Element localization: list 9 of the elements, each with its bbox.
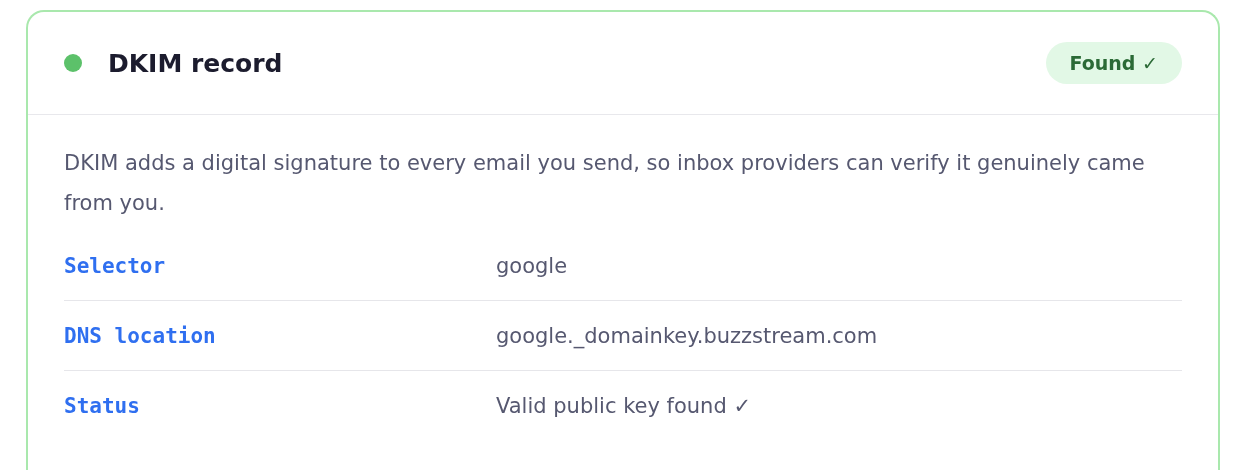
- field-value: Valid public key found ✓: [496, 393, 752, 418]
- field-label: Selector: [64, 253, 167, 278]
- field-label: Status: [64, 393, 141, 418]
- field-value: google: [496, 253, 568, 278]
- status-badge: Found ✓: [1045, 42, 1182, 84]
- card-title: DKIM record: [108, 48, 284, 78]
- field-value: google._domainkey.buzzstream.com: [496, 323, 878, 348]
- description-text: DKIM adds a digital signature to every email you send, so inbox providers can verify it genuinely came from you.: [64, 150, 1146, 217]
- field-label: DNS location: [64, 323, 217, 348]
